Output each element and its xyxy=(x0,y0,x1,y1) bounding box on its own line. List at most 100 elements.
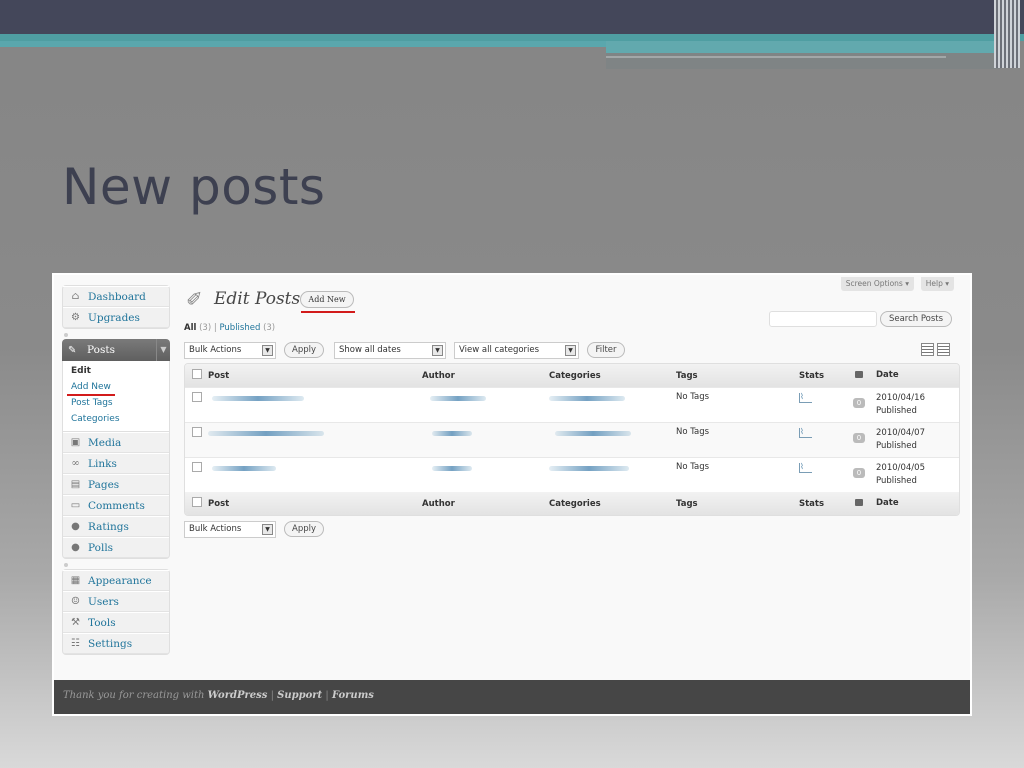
menu-item-appearance[interactable]: ▦ Appearance xyxy=(63,570,169,591)
slide-top-bar xyxy=(0,0,1024,34)
comment-count-bubble[interactable]: 0 xyxy=(853,433,865,443)
menu-item-settings[interactable]: ☷ Settings xyxy=(63,633,169,654)
chevron-down-icon: ▼ xyxy=(262,523,273,535)
menu-label: Posts xyxy=(87,344,115,356)
select-all-checkbox[interactable] xyxy=(192,497,202,507)
apply-button-bottom[interactable]: Apply xyxy=(284,521,324,537)
table-row: No Tags ⌇ 0 2010/04/07 Published xyxy=(185,422,959,457)
menu-label: Comments xyxy=(88,499,145,512)
menu-item-comments[interactable]: ▭ Comments xyxy=(63,495,169,516)
slide-gray-line xyxy=(606,56,946,58)
filter-published-link[interactable]: Published xyxy=(219,323,260,333)
stats-chart-icon[interactable]: ⌇ xyxy=(799,393,812,403)
menu-label: Dashboard xyxy=(88,290,146,303)
slide-teal-band-left xyxy=(0,41,606,47)
menu-label: Users xyxy=(88,595,119,608)
filter-all-link[interactable]: All xyxy=(184,323,196,333)
comment-count-bubble[interactable]: 0 xyxy=(853,468,865,478)
submenu-post-tags[interactable]: Post Tags xyxy=(71,395,169,411)
row-tags: No Tags xyxy=(676,392,710,402)
submenu-edit[interactable]: Edit xyxy=(71,363,169,379)
red-underline-annotation xyxy=(301,311,355,313)
column-header-date[interactable]: Date xyxy=(874,369,954,382)
blurred-author xyxy=(432,466,472,471)
submenu-categories[interactable]: Categories xyxy=(71,411,169,427)
screen-options-tab[interactable]: Screen Options ▾ xyxy=(840,277,914,291)
page-title: Edit Posts xyxy=(214,289,301,309)
select-value: Show all dates xyxy=(339,344,401,355)
tablenav-top: Bulk Actions ▼ Apply Show all dates ▼ Vi… xyxy=(184,341,635,359)
main-content: ✐ Edit Posts Add New Screen Options ▾ He… xyxy=(184,275,964,679)
help-tab[interactable]: Help ▾ xyxy=(920,277,954,291)
appearance-icon: ▦ xyxy=(70,574,81,586)
menu-item-pages[interactable]: ▤ Pages xyxy=(63,474,169,495)
column-header-tags: Tags xyxy=(676,370,698,381)
menu-label: Upgrades xyxy=(88,311,140,324)
column-header-post[interactable]: Post xyxy=(207,371,422,381)
bulk-actions-select[interactable]: Bulk Actions ▼ xyxy=(184,341,276,359)
dates-select[interactable]: Show all dates ▼ xyxy=(334,341,446,359)
menu-item-media[interactable]: ▣ Media xyxy=(63,432,169,453)
list-view-icon[interactable] xyxy=(921,343,934,356)
bulk-actions-select-bottom[interactable]: Bulk Actions ▼ xyxy=(184,520,276,538)
stats-chart-icon[interactable]: ⌇ xyxy=(799,428,812,438)
forums-link[interactable]: Forums xyxy=(332,690,374,701)
menu-item-ratings[interactable]: ● Ratings xyxy=(63,516,169,537)
footer-text: Thank you for creating with xyxy=(63,690,205,701)
table-footer: Post Author Categories Tags Stats Date xyxy=(185,492,959,515)
circle-icon: ● xyxy=(71,541,80,553)
comment-count-bubble[interactable]: 0 xyxy=(853,398,865,408)
stats-chart-icon[interactable]: ⌇ xyxy=(799,463,812,473)
blurred-post-title[interactable] xyxy=(208,431,324,436)
menu-group-content: ▣ Media ∞ Links ▤ Pages ▭ Comments ● Rat… xyxy=(62,431,170,559)
row-date: 2010/04/07 xyxy=(876,428,925,438)
menu-item-links[interactable]: ∞ Links xyxy=(63,453,169,474)
blurred-post-title[interactable] xyxy=(212,396,304,401)
comment-bubble-icon xyxy=(855,370,863,378)
red-underline-annotation xyxy=(67,394,115,396)
apply-button[interactable]: Apply xyxy=(284,342,324,358)
menu-label: Appearance xyxy=(88,574,152,587)
menu-label: Tools xyxy=(88,616,116,629)
blurred-post-title[interactable] xyxy=(212,466,276,471)
excerpt-view-icon[interactable] xyxy=(937,343,950,356)
gear-icon: ⚙ xyxy=(71,311,80,323)
menu-item-upgrades[interactable]: ⚙ Upgrades xyxy=(63,307,169,328)
row-date: 2010/04/16 xyxy=(876,393,925,403)
submenu-label: Add New xyxy=(71,382,111,392)
search-input[interactable] xyxy=(769,311,877,327)
search-posts-button[interactable]: Search Posts xyxy=(880,311,952,327)
column-footer-post[interactable]: Post xyxy=(207,499,422,509)
submenu-add-new[interactable]: Add New xyxy=(67,379,169,396)
row-checkbox[interactable] xyxy=(192,392,202,402)
tools-icon: ⚒ xyxy=(71,616,80,628)
posts-submenu: Edit Add New Post Tags Categories xyxy=(62,361,170,431)
footer-separator: | xyxy=(270,690,274,701)
filter-button[interactable]: Filter xyxy=(587,342,625,358)
menu-item-posts[interactable]: ✎ Posts ▼ xyxy=(62,339,170,361)
footer-separator: | xyxy=(325,690,329,701)
menu-item-dashboard[interactable]: ⌂ Dashboard xyxy=(63,286,169,307)
select-all-checkbox[interactable] xyxy=(192,369,202,379)
row-checkbox[interactable] xyxy=(192,462,202,472)
media-icon: ▣ xyxy=(70,436,81,448)
posts-table: Post Author Categories Tags Stats Date N… xyxy=(184,363,960,516)
menu-item-users[interactable]: ☺ Users xyxy=(63,591,169,612)
slide-teal-band-right xyxy=(606,41,1001,53)
row-date: 2010/04/05 xyxy=(876,463,925,473)
support-link[interactable]: Support xyxy=(277,690,322,701)
settings-icon: ☷ xyxy=(71,637,80,649)
column-footer-stats: Stats xyxy=(799,498,825,509)
column-header-categories: Categories xyxy=(549,370,601,381)
column-footer-date[interactable]: Date xyxy=(874,497,954,510)
add-new-button[interactable]: Add New xyxy=(300,291,354,308)
wordpress-link[interactable]: WordPress xyxy=(208,690,268,701)
menu-item-tools[interactable]: ⚒ Tools xyxy=(63,612,169,633)
categories-select[interactable]: View all categories ▼ xyxy=(454,341,579,359)
menu-item-polls[interactable]: ● Polls xyxy=(63,537,169,558)
admin-menu: ⌂ Dashboard ⚙ Upgrades ✎ Posts ▼ Edit Ad… xyxy=(62,285,170,655)
menu-label: Media xyxy=(88,436,122,449)
row-checkbox[interactable] xyxy=(192,427,202,437)
slide-corner-lines xyxy=(994,0,1020,68)
chevron-down-icon[interactable]: ▼ xyxy=(156,339,170,361)
